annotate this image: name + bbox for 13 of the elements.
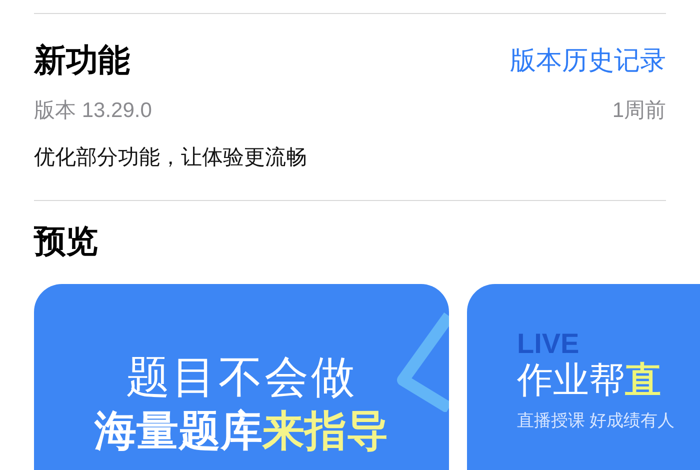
release-time: 1周前 (612, 100, 666, 121)
screenshot-headline: 海量题库 (94, 410, 262, 452)
app-screenshot[interactable]: 题目不会做 海量题库来指导 (34, 284, 449, 470)
release-notes: 优化部分功能，让体验更流畅 (34, 146, 307, 169)
screenshot-subtitle: 直播授课 好成绩有人 (517, 410, 676, 432)
screenshot-highlight: 来指导 (262, 410, 388, 452)
version-history-link[interactable]: 版本历史记录 (510, 47, 666, 73)
version-number: 版本 13.29.0 (34, 100, 152, 121)
screenshot-headline: 题目不会做 (126, 356, 357, 400)
section-title: 新功能 (34, 44, 130, 76)
section-title: 预览 (34, 223, 98, 259)
screenshot-highlight: 直 (625, 362, 661, 398)
screenshot-headline: 作业帮 (517, 362, 625, 398)
